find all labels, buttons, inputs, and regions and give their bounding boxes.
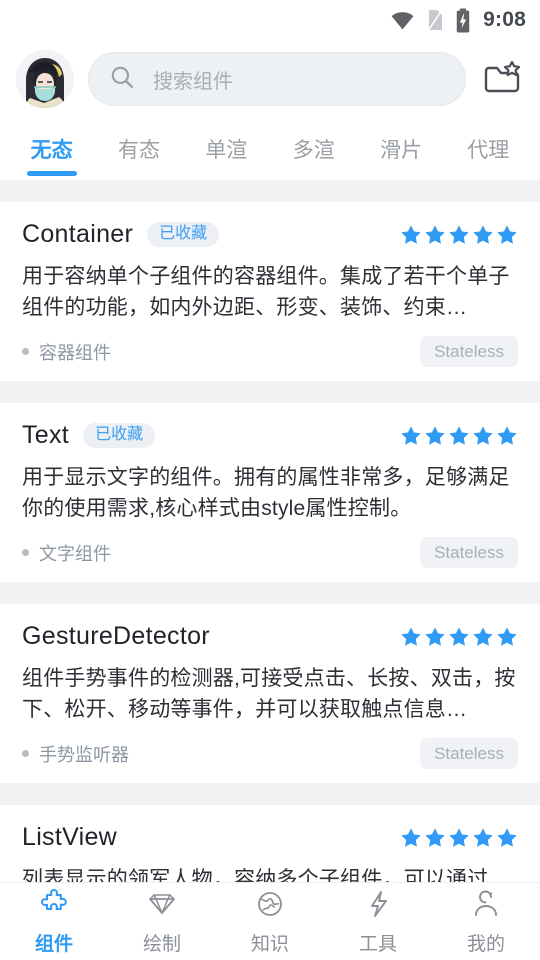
list-item[interactable]: ListView 列表显示的领军人物，容纳多个子组件，可以通过 bbox=[0, 805, 540, 882]
rating-stars bbox=[400, 224, 518, 246]
component-subtitle: 容器组件 bbox=[39, 342, 111, 363]
tab-duoxuan[interactable]: 多渲 bbox=[270, 118, 357, 180]
tab-daili[interactable]: 代理 bbox=[445, 118, 532, 180]
search-placeholder: 搜索组件 bbox=[153, 70, 233, 93]
tab-huapian[interactable]: 滑片 bbox=[357, 118, 444, 180]
nav-label: 组件 bbox=[34, 933, 73, 955]
nav-label: 绘制 bbox=[142, 933, 181, 955]
app-root: 9:08 搜索组件 无态 有态 单渲 多渲 滑片 代理 Container 已收… bbox=[0, 0, 540, 960]
component-subtitle: 文字组件 bbox=[39, 543, 111, 564]
folder-star-icon[interactable] bbox=[480, 60, 524, 98]
nav-item-profile[interactable]: 我的 bbox=[432, 883, 540, 960]
nav-item-draw[interactable]: 绘制 bbox=[108, 883, 216, 960]
search-input[interactable]: 搜索组件 bbox=[88, 52, 466, 106]
bottom-navigation: 组件 绘制 知识 工具 我的 bbox=[0, 882, 540, 960]
card-header: GestureDetector bbox=[22, 622, 518, 651]
card-footer: 手势监听器 Stateless bbox=[22, 738, 518, 769]
rating-stars bbox=[400, 827, 518, 849]
bullet-icon bbox=[22, 549, 29, 556]
nav-label: 我的 bbox=[466, 933, 505, 955]
tab-wutai[interactable]: 无态 bbox=[8, 118, 95, 180]
list-separator bbox=[0, 381, 540, 403]
bullet-icon bbox=[22, 348, 29, 355]
card-footer: 容器组件 Stateless bbox=[22, 336, 518, 367]
lightning-icon bbox=[362, 888, 394, 925]
component-description: 用于容纳单个子组件的容器组件。集成了若干个单子组件的功能，如内外边距、形变、装饰… bbox=[22, 265, 510, 320]
component-description: 列表显示的领军人物，容纳多个子组件，可以通过 bbox=[22, 868, 489, 882]
component-name: Text bbox=[22, 421, 70, 449]
rating-stars bbox=[400, 626, 518, 648]
status-bar: 9:08 bbox=[0, 0, 540, 40]
tab-label: 滑片 bbox=[379, 139, 422, 162]
list-item[interactable]: GestureDetector 组件手势事件的检测器,可接受点击、长按、双击，按… bbox=[0, 604, 540, 783]
card-header: ListView bbox=[22, 823, 518, 852]
tab-label: 有态 bbox=[117, 139, 160, 162]
bullet-icon bbox=[22, 750, 29, 757]
globe-icon bbox=[254, 888, 286, 925]
rating-stars bbox=[400, 425, 518, 447]
component-name: Container bbox=[22, 220, 134, 248]
list-separator bbox=[0, 180, 540, 202]
nav-item-tools[interactable]: 工具 bbox=[324, 883, 432, 960]
avatar[interactable] bbox=[16, 50, 74, 108]
status-bar-time: 9:08 bbox=[483, 8, 526, 31]
list-separator bbox=[0, 783, 540, 805]
battery-charging-icon bbox=[455, 8, 471, 33]
component-subtitle: 手势监听器 bbox=[39, 744, 129, 765]
nav-label: 知识 bbox=[250, 933, 289, 955]
state-tag: Stateless bbox=[420, 336, 518, 367]
tab-label: 单渲 bbox=[205, 139, 248, 162]
card-header: Text 已收藏 bbox=[22, 421, 518, 450]
list-separator bbox=[0, 582, 540, 604]
state-tag: Stateless bbox=[420, 738, 518, 769]
tab-danxuan[interactable]: 单渲 bbox=[183, 118, 270, 180]
component-description: 组件手势事件的检测器,可接受点击、长按、双击，按下、松开、移动等事件，并可以获取… bbox=[22, 667, 516, 722]
favorite-badge: 已收藏 bbox=[83, 423, 156, 448]
tab-bar: 无态 有态 单渲 多渲 滑片 代理 bbox=[0, 118, 540, 180]
tab-label: 无态 bbox=[30, 139, 73, 162]
component-name: ListView bbox=[22, 823, 118, 851]
nav-label: 工具 bbox=[358, 933, 397, 955]
puzzle-icon bbox=[38, 888, 70, 925]
tab-youtai[interactable]: 有态 bbox=[95, 118, 182, 180]
card-header: Container 已收藏 bbox=[22, 220, 518, 249]
header: 搜索组件 bbox=[0, 40, 540, 118]
component-description: 用于显示文字的组件。拥有的属性非常多，足够满足你的使用需求,核心样式由style… bbox=[22, 466, 510, 521]
no-sim-icon bbox=[424, 8, 446, 32]
list-item[interactable]: Text 已收藏 用于显示文字的组件。拥有的属性非常多，足够满足你的使用需求,核… bbox=[0, 403, 540, 582]
component-list[interactable]: Container 已收藏 用于容纳单个子组件的容器组件。集成了若干个单子组件的… bbox=[0, 180, 540, 882]
nav-item-components[interactable]: 组件 bbox=[0, 883, 108, 960]
list-item[interactable]: Container 已收藏 用于容纳单个子组件的容器组件。集成了若干个单子组件的… bbox=[0, 202, 540, 381]
tab-label: 多渲 bbox=[292, 139, 335, 162]
favorite-badge: 已收藏 bbox=[147, 222, 220, 247]
tab-label: 代理 bbox=[467, 139, 510, 162]
person-icon bbox=[470, 888, 502, 925]
state-tag: Stateless bbox=[420, 537, 518, 568]
card-footer: 文字组件 Stateless bbox=[22, 537, 518, 568]
tab-indicator bbox=[26, 171, 77, 176]
diamond-icon bbox=[146, 888, 178, 925]
wifi-icon bbox=[390, 8, 415, 33]
component-name: GestureDetector bbox=[22, 622, 210, 650]
search-icon bbox=[109, 64, 135, 95]
nav-item-knowledge[interactable]: 知识 bbox=[216, 883, 324, 960]
